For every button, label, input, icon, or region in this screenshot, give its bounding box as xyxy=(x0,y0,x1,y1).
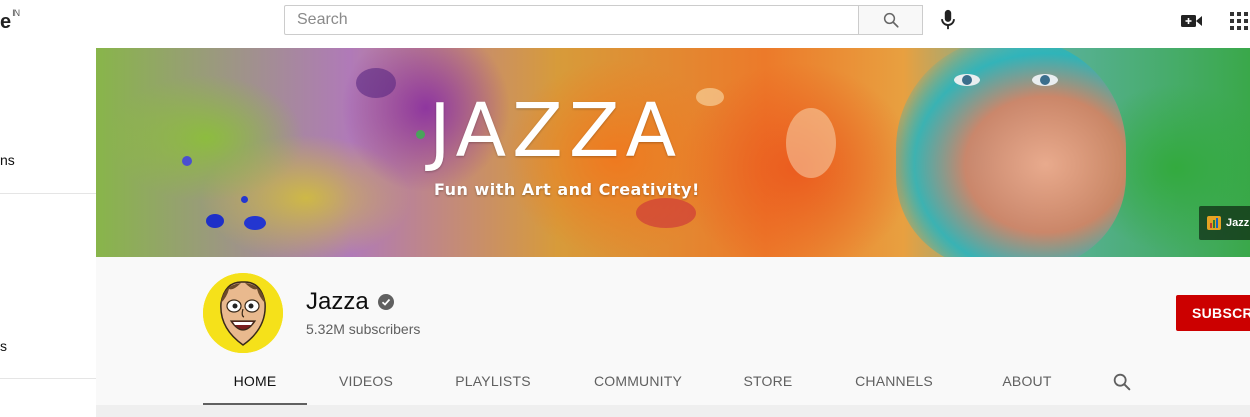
tab-community[interactable]: COMMUNITY xyxy=(580,365,696,405)
channel-name: Jazza xyxy=(306,288,369,315)
sidebar-divider xyxy=(0,193,96,194)
youtube-logo[interactable]: e IN xyxy=(0,8,20,34)
channel-tabs: HOME VIDEOS PLAYLISTS COMMUNITY STORE CH… xyxy=(96,365,1250,405)
create-video-button[interactable] xyxy=(1180,9,1204,33)
tab-label: CHANNELS xyxy=(855,373,933,389)
subscribe-button[interactable]: SUBSCRIBE xyxy=(1176,295,1250,331)
tab-label: STORE xyxy=(743,373,793,389)
sidebar-item-library[interactable]: s xyxy=(0,338,7,354)
paint-splatter xyxy=(416,130,425,139)
sidebar-item-label: ns xyxy=(0,152,15,168)
paint-splatter xyxy=(696,88,724,106)
masthead: e IN xyxy=(0,0,1250,48)
channel-header: Jazza 5.32M subscribers SUBSCRIBE HOME V… xyxy=(96,257,1250,405)
tab-channels[interactable]: CHANNELS xyxy=(841,365,947,405)
paint-splatter xyxy=(356,68,396,98)
logo-region: IN xyxy=(12,8,20,19)
logo-text: e xyxy=(0,11,11,33)
sidebar-divider xyxy=(0,378,96,379)
tab-store[interactable]: STORE xyxy=(726,365,810,405)
tab-label: ABOUT xyxy=(1002,373,1052,389)
banner-portrait xyxy=(896,48,1126,257)
tab-about[interactable]: ABOUT xyxy=(982,365,1072,405)
search-button[interactable] xyxy=(858,5,923,35)
portrait-eye xyxy=(954,74,980,86)
tab-label: HOME xyxy=(233,373,277,389)
paint-splatter xyxy=(786,108,836,178)
tab-label: VIDEOS xyxy=(338,373,394,389)
search-input[interactable] xyxy=(284,5,859,35)
banner-link-label: Jazz xyxy=(1226,217,1250,229)
subscriber-count: 5.32M subscribers xyxy=(306,321,421,337)
guide-sidebar: ns s xyxy=(0,48,96,417)
content-area xyxy=(96,405,1250,417)
tab-playlists[interactable]: PLAYLISTS xyxy=(441,365,545,405)
sidebar-item-subscriptions[interactable]: ns xyxy=(0,152,15,168)
paint-splatter xyxy=(241,196,248,203)
portrait-eye xyxy=(1032,74,1058,86)
tab-videos[interactable]: VIDEOS xyxy=(320,365,412,405)
channel-banner: JAZZA Fun with Art and Creativity! Jazz xyxy=(96,48,1250,257)
sidebar-item-label: s xyxy=(0,338,7,354)
banner-title: JAZZA xyxy=(429,88,683,174)
tab-label: PLAYLISTS xyxy=(455,373,531,389)
apps-grid-icon[interactable] xyxy=(1228,10,1250,32)
tab-home[interactable]: HOME xyxy=(203,365,307,405)
video-camera-icon xyxy=(1181,15,1202,27)
banner-tagline: Fun with Art and Creativity! xyxy=(434,180,700,199)
paint-splatter xyxy=(206,214,224,228)
tab-label: COMMUNITY xyxy=(593,373,683,389)
channel-avatar[interactable] xyxy=(203,273,283,353)
chart-link-icon xyxy=(1207,216,1221,230)
paint-splatter xyxy=(636,198,696,228)
microphone-icon xyxy=(941,9,955,30)
search-icon xyxy=(883,12,899,28)
cartoon-avatar-icon xyxy=(203,273,283,353)
channel-search-icon[interactable] xyxy=(1111,371,1133,393)
paint-splatter xyxy=(182,156,192,166)
verified-check-icon xyxy=(378,294,394,310)
voice-search-button[interactable] xyxy=(936,8,960,32)
banner-social-link[interactable]: Jazz xyxy=(1199,206,1250,240)
paint-splatter xyxy=(244,216,266,230)
